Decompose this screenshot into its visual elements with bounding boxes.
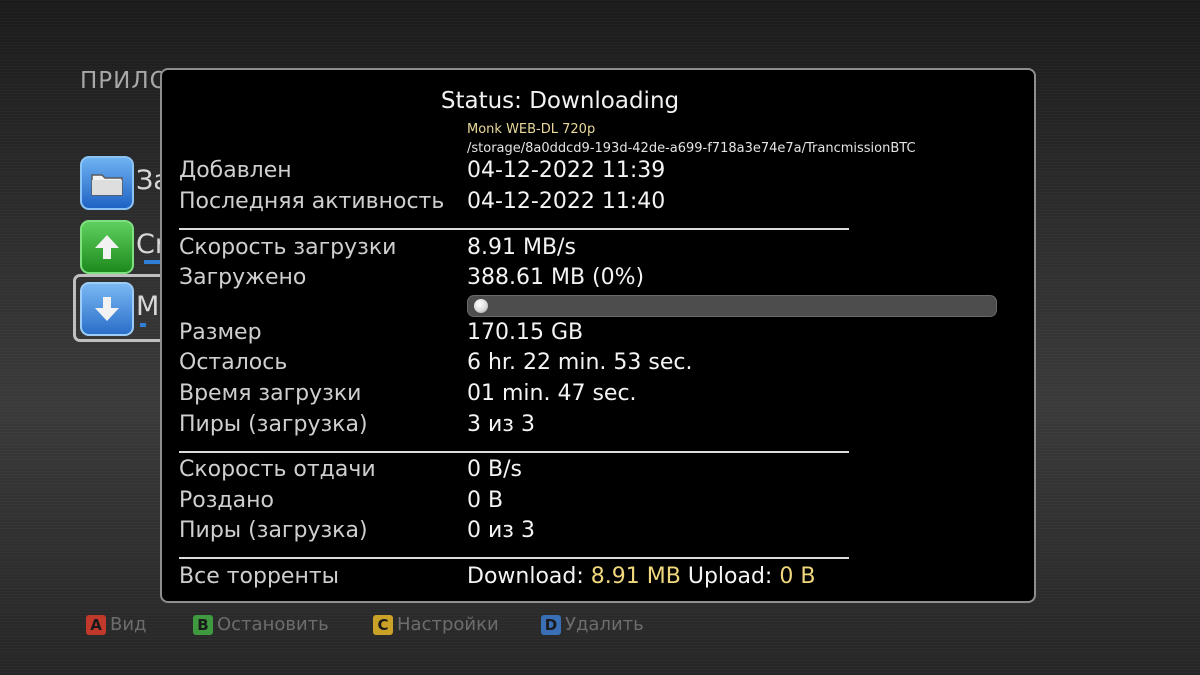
hint-label: Настройки: [397, 614, 499, 635]
row-added: Добавлен 04-12-2022 11:39: [179, 158, 665, 188]
row-label: Добавлен: [179, 158, 292, 183]
row-value: 8.91 MB/s: [467, 235, 576, 260]
blue-key-icon: D: [541, 614, 561, 635]
row-remaining: Осталось 6 hr. 22 min. 53 sec.: [179, 350, 692, 380]
row-value: 01 min. 47 sec.: [467, 381, 637, 406]
row-download-speed: Скорость загрузки 8.91 MB/s: [179, 235, 576, 265]
red-key-icon: A: [86, 614, 106, 635]
separator: [179, 228, 849, 230]
row-label: Последняя активность: [179, 189, 445, 214]
row-last-activity: Последняя активность 04-12-2022 11:40: [179, 189, 665, 219]
hint-view[interactable]: A Вид: [86, 614, 147, 635]
background-app-title: ПРИЛО: [80, 68, 169, 94]
row-peers-download: Пиры (загрузка) 3 из 3: [179, 412, 535, 442]
green-key-icon: B: [193, 614, 213, 635]
hint-stop[interactable]: B Остановить: [193, 614, 329, 635]
row-label: Время загрузки: [179, 381, 362, 406]
row-value: 0 B/s: [467, 457, 522, 482]
separator: [179, 451, 849, 453]
menu-item-label: M: [136, 291, 160, 322]
hint-label: Вид: [110, 614, 147, 635]
down-arrow-icon: [80, 282, 134, 336]
total-download-label: Download:: [467, 564, 584, 589]
row-value: 388.61 MB (0%): [467, 265, 645, 290]
torrent-path: /storage/8a0ddcd9-193d-42de-a699-f718a3e…: [467, 141, 916, 156]
row-label: Пиры (загрузка): [179, 518, 368, 543]
row-label: Размер: [179, 320, 262, 345]
up-arrow-icon: [80, 220, 134, 274]
row-value: 0 из 3: [467, 518, 535, 543]
row-value: 04-12-2022 11:40: [467, 189, 666, 214]
row-download-time: Время загрузки 01 min. 47 sec.: [179, 381, 637, 411]
hint-settings[interactable]: C Настройки: [373, 614, 499, 635]
row-label: Скорость загрузки: [179, 235, 397, 260]
torrent-status-dialog: Status: Downloading Monk WEB-DL 720p /st…: [160, 68, 1036, 603]
row-value: 0 B: [467, 488, 504, 513]
row-all-torrents: Все торренты Download: 8.91 MB Upload: 0…: [179, 564, 815, 594]
hint-label: Остановить: [217, 614, 329, 635]
row-value: 3 из 3: [467, 412, 535, 437]
row-label: Все торренты: [179, 564, 340, 589]
progress-knob: [474, 299, 488, 313]
download-progress-bar: [467, 295, 997, 317]
total-upload-label: Upload:: [687, 564, 773, 589]
menu-item-progress: [140, 323, 146, 327]
hint-label: Удалить: [565, 614, 644, 635]
total-upload-value: 0 B: [779, 564, 816, 589]
row-label: Роздано: [179, 488, 274, 513]
folder-icon: [80, 156, 134, 210]
row-label: Загружено: [179, 265, 307, 290]
row-upload-speed: Скорость отдачи 0 B/s: [179, 457, 522, 487]
row-peers-upload: Пиры (загрузка) 0 из 3: [179, 518, 535, 548]
dialog-title: Status: Downloading: [162, 88, 1038, 114]
row-value: 6 hr. 22 min. 53 sec.: [467, 350, 693, 375]
row-seeded: Роздано 0 B: [179, 488, 503, 518]
row-label: Осталось: [179, 350, 288, 375]
status-title: Status: Downloading: [440, 88, 680, 114]
row-value: 04-12-2022 11:39: [467, 158, 666, 183]
torrent-name: Monk WEB-DL 720p: [467, 122, 596, 137]
row-label: Скорость отдачи: [179, 457, 376, 482]
row-label: Пиры (загрузка): [179, 412, 368, 437]
total-download-value: 8.91 MB: [590, 564, 681, 589]
row-size: Размер 170.15 GB: [179, 320, 583, 350]
row-value: Download: 8.91 MB Upload: 0 B: [467, 564, 815, 589]
separator: [179, 557, 849, 559]
yellow-key-icon: C: [373, 614, 393, 635]
row-value: 170.15 GB: [467, 320, 584, 345]
hint-delete[interactable]: D Удалить: [541, 614, 644, 635]
row-downloaded: Загружено 388.61 MB (0%): [179, 265, 644, 295]
